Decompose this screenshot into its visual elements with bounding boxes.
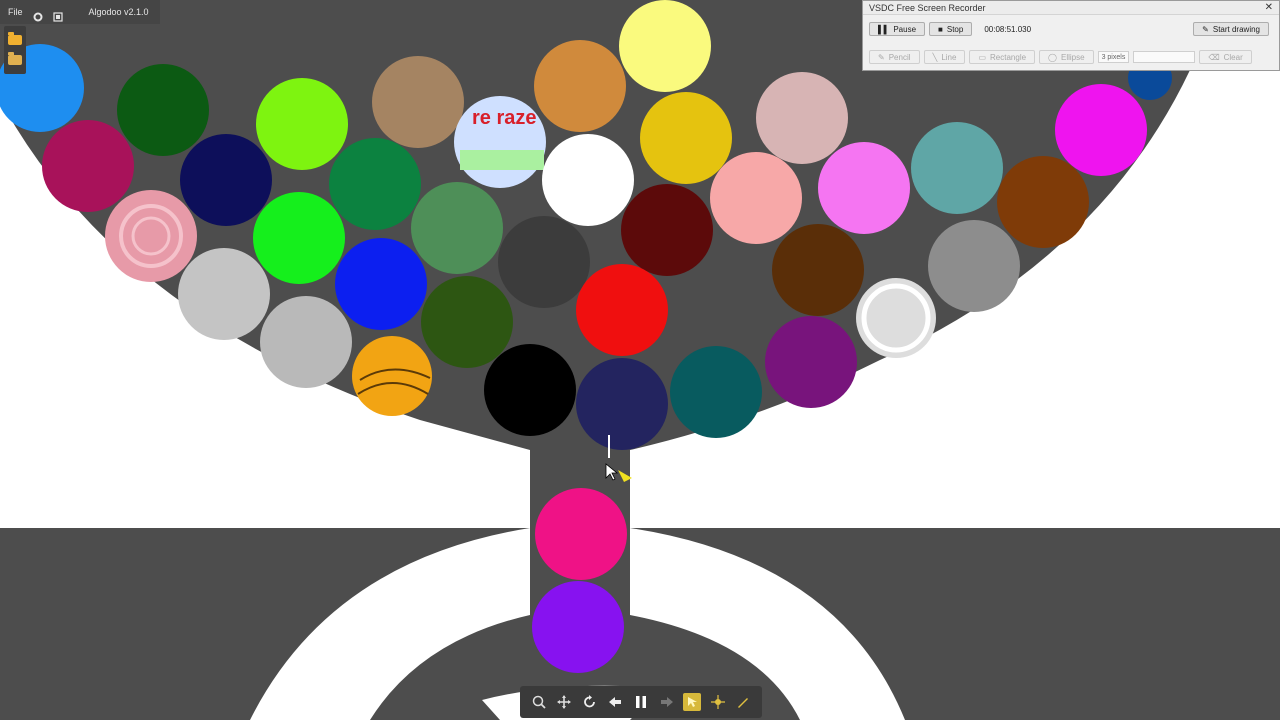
ellipse-icon: ◯ [1048, 52, 1057, 62]
line-icon: ╲ [932, 52, 938, 62]
ball-label: re raze [472, 107, 537, 129]
pause-icon: ▌▌ [878, 24, 890, 34]
undo-icon[interactable] [606, 693, 624, 711]
open-folder-icon[interactable] [8, 32, 22, 46]
simulation-canvas[interactable]: re raze [0, 0, 1280, 720]
start-drawing-button[interactable]: ✎ Start drawing [1193, 22, 1269, 36]
recorder-controls: ▌▌ Pause ■ Stop 00:08:51.030 ✎ Start dra… [863, 15, 1279, 43]
drag-tool-icon[interactable] [683, 693, 702, 711]
zoom-icon[interactable] [530, 693, 548, 711]
scene-folder-icon[interactable] [8, 51, 22, 65]
rectangle-button[interactable]: ▭ Rectangle [969, 50, 1036, 64]
reset-icon[interactable] [581, 693, 599, 711]
pause-button[interactable]: ▌▌ Pause [869, 22, 926, 36]
clear-button[interactable]: ⌫ Clear [1199, 50, 1252, 64]
recorder-title-bar: VSDC Free Screen Recorder ✕ [863, 1, 1279, 15]
stop-icon: ■ [938, 24, 943, 34]
pen-icon: ✎ [1202, 24, 1209, 34]
line-button[interactable]: ╲ Line [923, 50, 966, 64]
pencil-button[interactable]: ✎ Pencil [869, 50, 920, 64]
rectangle-icon: ▭ [978, 52, 987, 62]
pause-sim-icon[interactable] [632, 693, 650, 711]
gravity-tool-icon[interactable] [709, 693, 727, 711]
recorder-window: VSDC Free Screen Recorder ✕ ▌▌ Pause ■ S… [862, 0, 1280, 71]
close-icon[interactable]: ✕ [1265, 1, 1273, 15]
window-icon[interactable] [52, 7, 63, 22]
line-width-select[interactable]: 3 pixels [1097, 51, 1130, 63]
stop-button[interactable]: ■ Stop [929, 22, 973, 36]
pencil-icon: ✎ [878, 52, 885, 62]
drawing-tools: ✎ Pencil ╲ Line ▭ Rectangle ◯ Ellipse 3 … [863, 43, 1279, 71]
color-select[interactable] [1133, 51, 1196, 63]
recording-timer: 00:08:51.030 [984, 24, 1032, 34]
recorder-title: VSDC Free Screen Recorder [869, 2, 986, 13]
gear-icon[interactable] [33, 7, 43, 22]
move-icon[interactable] [555, 693, 573, 711]
file-menu[interactable]: File [8, 7, 23, 17]
clear-icon: ⌫ [1208, 52, 1220, 62]
ellipse-button[interactable]: ◯ Ellipse [1039, 50, 1094, 64]
sketch-tool-icon[interactable] [734, 693, 752, 711]
left-toolbar [4, 26, 26, 74]
app-top-bar: File Algodoo v2.1.0 [0, 0, 160, 24]
app-title: Algodoo v2.1.0 [88, 7, 149, 17]
bottom-toolbar [520, 686, 762, 718]
redo-icon[interactable] [658, 693, 676, 711]
